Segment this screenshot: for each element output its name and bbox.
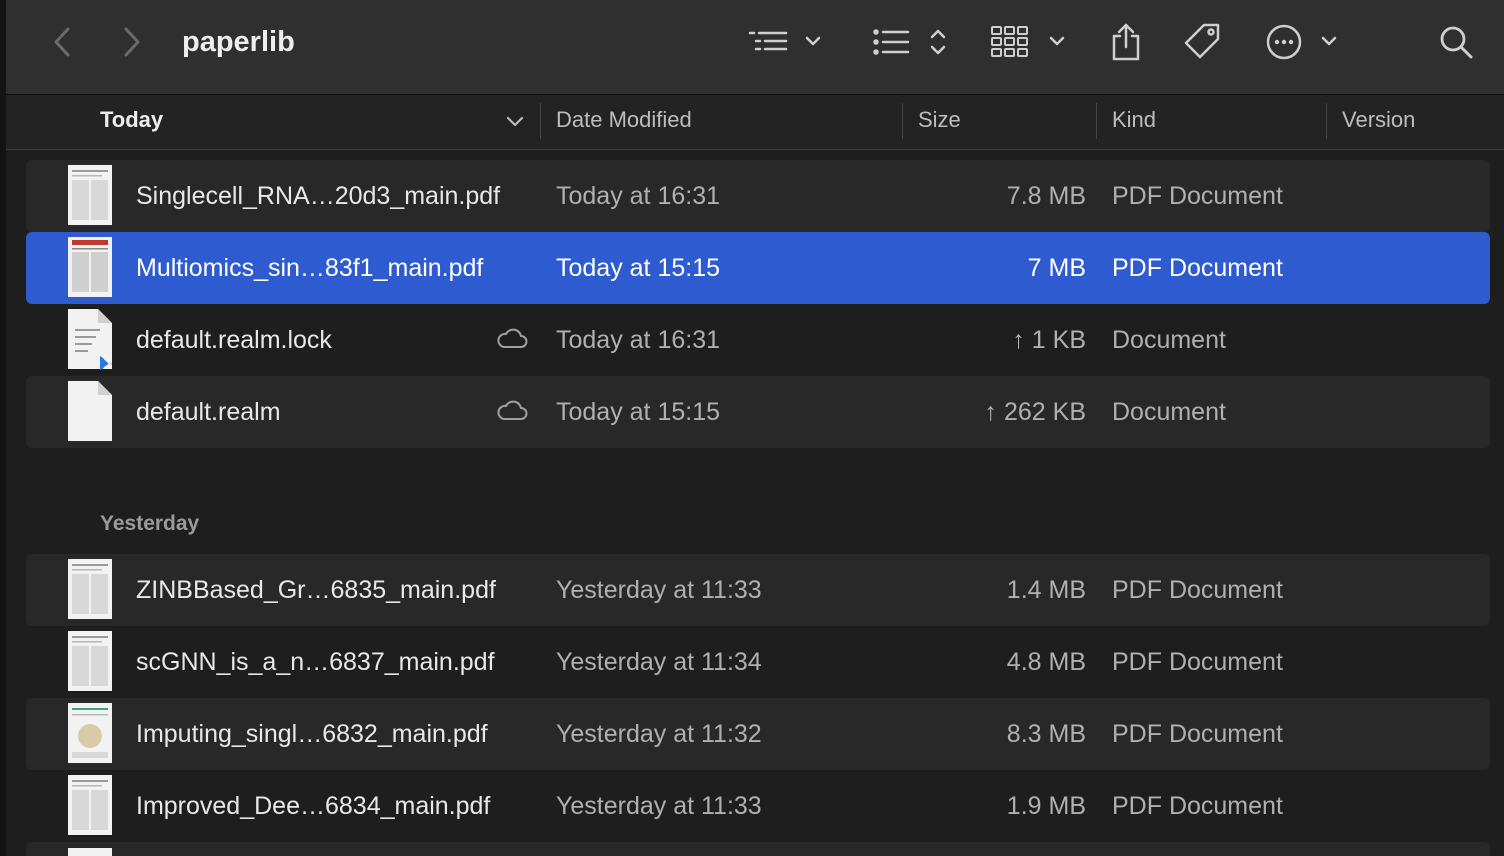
list-item[interactable]: ZINBBased_Gr…6835_main.pdf Yesterday at …	[26, 554, 1490, 626]
column-divider[interactable]	[1326, 103, 1327, 139]
file-kind: PDF Document	[1112, 254, 1283, 282]
column-header-version[interactable]: Version	[1342, 95, 1415, 149]
column-header-name[interactable]: Today	[100, 95, 163, 149]
date-modified: Today at 16:31	[556, 182, 721, 210]
file-kind: Document	[1112, 398, 1226, 426]
file-size: 4.8 MB	[1006, 648, 1086, 676]
column-header: Today Date Modified Size Kind Version	[6, 95, 1504, 150]
file-kind: PDF Document	[1112, 720, 1283, 748]
column-divider[interactable]	[540, 103, 541, 139]
sort-list-icon	[873, 29, 946, 55]
list-item[interactable]: default.realm Today at 15:15 ↑ 262 KB Do…	[26, 376, 1490, 448]
file-name: default.realm.lock	[136, 326, 332, 354]
date-modified: Yesterday at 11:34	[556, 648, 762, 676]
list-item[interactable]: Singlecell_RNA…20d3_main.pdf Today at 16…	[26, 160, 1490, 232]
back-icon	[54, 27, 70, 57]
pdf-thumbnail-icon	[68, 165, 112, 225]
file-size: ↑ 1 KB	[1012, 326, 1086, 354]
forward-button[interactable]	[112, 22, 152, 62]
date-modified: Yesterday at 11:32	[556, 720, 762, 748]
share-button[interactable]	[1108, 20, 1144, 64]
back-button[interactable]	[42, 22, 82, 62]
file-size: ↑ 262 KB	[984, 398, 1086, 426]
list-item[interactable]: default.realm.lock Today at 16:31 ↑ 1 KB…	[26, 304, 1490, 376]
file-name: scGNN_is_a_n…6837_main.pdf	[136, 648, 495, 676]
cloud-icon	[497, 328, 528, 348]
text-document-icon	[68, 309, 112, 370]
sort-button[interactable]	[872, 20, 952, 64]
pdf-thumbnail-icon	[68, 237, 112, 297]
group-by-button[interactable]	[746, 20, 826, 64]
date-modified: Today at 15:15	[556, 398, 721, 426]
cloud-icon	[497, 400, 528, 420]
file-kind: Document	[1112, 326, 1226, 354]
section-header: Yesterday	[100, 512, 200, 535]
file-name: ZINBBased_Gr…6835_main.pdf	[136, 576, 496, 604]
forward-icon	[124, 27, 140, 57]
toolbar: paperlib	[6, 0, 1504, 95]
file-kind: PDF Document	[1112, 648, 1283, 676]
pdf-thumbnail-icon	[68, 775, 112, 835]
pdf-thumbnail-icon	[68, 559, 112, 619]
list-item[interactable]	[26, 842, 1490, 856]
search-icon	[1440, 26, 1473, 59]
view-gallery-icon	[991, 26, 1065, 57]
search-button[interactable]	[1438, 20, 1474, 64]
chevron-down-icon[interactable]	[506, 115, 524, 129]
date-modified: Yesterday at 11:33	[556, 792, 762, 820]
date-modified: Yesterday at 11:33	[556, 576, 762, 604]
list-item[interactable]: Imputing_singl…6832_main.pdf Yesterday a…	[26, 698, 1490, 770]
file-size: 8.3 MB	[1006, 720, 1086, 748]
file-name: default.realm	[136, 398, 281, 426]
column-header-kind[interactable]: Kind	[1112, 95, 1156, 149]
more-actions-button[interactable]	[1266, 20, 1346, 64]
share-icon	[1112, 23, 1140, 61]
blank-document-icon	[68, 381, 112, 441]
view-options-button[interactable]	[990, 20, 1070, 64]
file-kind: PDF Document	[1112, 576, 1283, 604]
file-size: 7.8 MB	[1006, 182, 1086, 210]
file-size: 1.4 MB	[1006, 576, 1086, 604]
pdf-thumbnail-icon	[68, 848, 112, 856]
list-item-selected[interactable]: Multiomics_sin…83f1_main.pdf Today at 15…	[26, 232, 1490, 304]
list-item[interactable]: scGNN_is_a_n…6837_main.pdf Yesterday at …	[26, 626, 1490, 698]
file-size: 7 MB	[1027, 254, 1086, 282]
file-size: 1.9 MB	[1006, 792, 1086, 820]
tag-button[interactable]	[1182, 20, 1224, 64]
group-by-icon	[748, 31, 821, 51]
date-modified: Today at 16:31	[556, 326, 721, 354]
file-name: Imputing_singl…6832_main.pdf	[136, 720, 488, 748]
column-header-size[interactable]: Size	[918, 95, 961, 149]
file-name: Improved_Dee…6834_main.pdf	[136, 792, 491, 820]
column-divider[interactable]	[1096, 103, 1097, 139]
file-name: Multiomics_sin…83f1_main.pdf	[136, 254, 484, 282]
pdf-thumbnail-icon	[68, 703, 112, 763]
list-item[interactable]: Improved_Dee…6834_main.pdf Yesterday at …	[26, 770, 1490, 842]
date-modified: Today at 15:15	[556, 254, 721, 282]
file-kind: PDF Document	[1112, 182, 1283, 210]
tag-icon	[1184, 23, 1220, 59]
window-title: paperlib	[182, 26, 295, 58]
file-name: Singlecell_RNA…20d3_main.pdf	[136, 182, 501, 210]
file-kind: PDF Document	[1112, 792, 1283, 820]
column-divider[interactable]	[902, 103, 903, 139]
more-actions-icon	[1266, 24, 1337, 60]
pdf-thumbnail-icon	[68, 631, 112, 691]
column-header-date[interactable]: Date Modified	[556, 95, 692, 149]
